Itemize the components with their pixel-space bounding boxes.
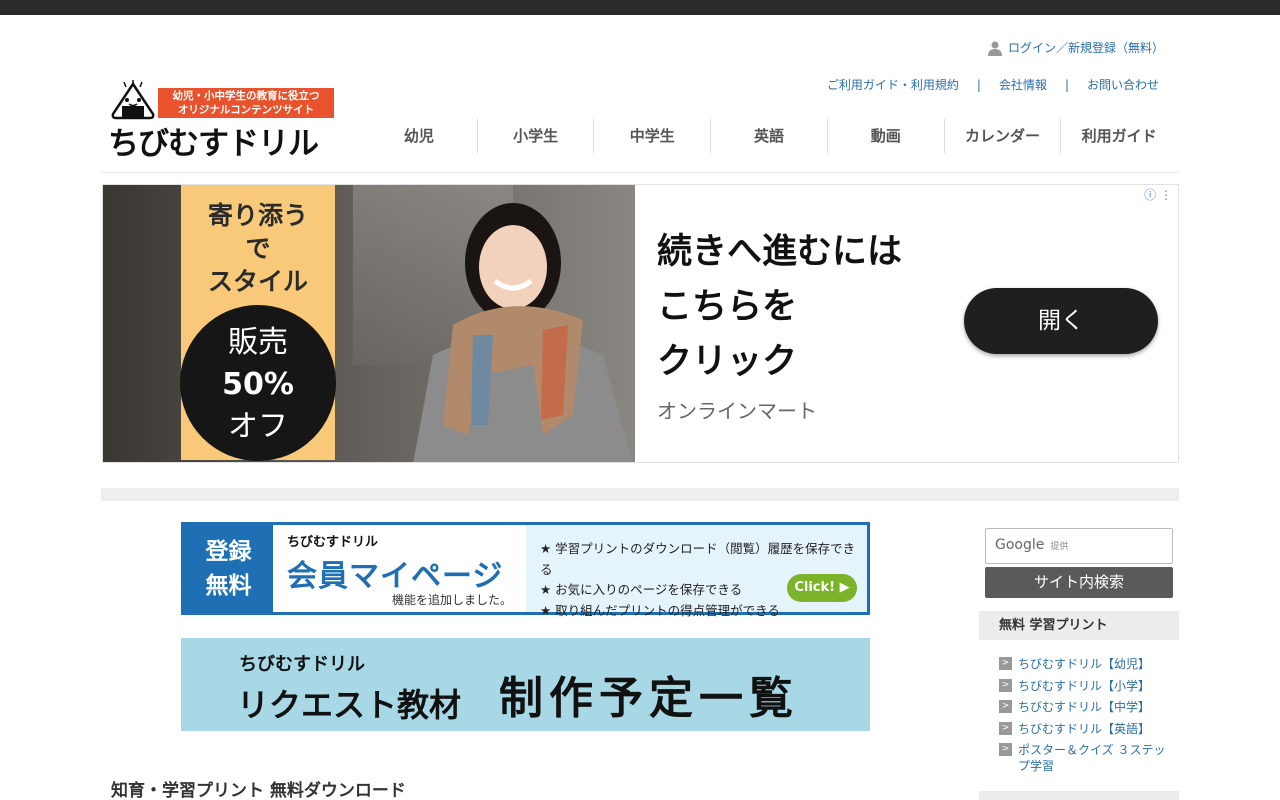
contact-link[interactable]: お問い合わせ: [1087, 76, 1159, 93]
nav-item-elementary[interactable]: 小学生: [476, 119, 594, 153]
advertisement[interactable]: 寄り添う で スタイル 販売 50% オフ 続きへ進むには こちらを クリック …: [102, 184, 1179, 463]
login-link[interactable]: ログイン／新規登録（無料）: [987, 39, 1164, 56]
sidebar-heading: 無料 学習プリント: [979, 611, 1179, 640]
login-label: ログイン／新規登録（無料）: [1007, 41, 1164, 55]
google-label: Google: [995, 537, 1045, 553]
header-divider: [102, 172, 1178, 173]
ad-sign-line: で: [245, 234, 271, 263]
sidebar-list: > ちびむすドリル【幼児】 > ちびむすドリル【小学】 > ちびむすドリル【中学】 >…: [999, 656, 1169, 780]
ad-sign-line: 寄り添う: [207, 201, 308, 230]
sidebar-item-junior-high[interactable]: > ちびむすドリル【中学】: [999, 699, 1169, 715]
nav-item-guide[interactable]: 利用ガイド: [1060, 119, 1177, 153]
feature-item: ★ 取り組んだプリントの得点管理ができる: [540, 602, 780, 618]
sidebar-heading-next: [979, 791, 1179, 800]
nav-item-english[interactable]: 英語: [710, 119, 827, 153]
free-registration-label: 登録 無料: [184, 525, 273, 612]
request-title: リクエスト教材: [237, 686, 462, 724]
site-logo[interactable]: 幼児・小中学生の教育に役立つ オリジナルコンテンツサイト ちびむすドリル: [106, 76, 346, 162]
company-info-link[interactable]: 会社情報: [999, 76, 1047, 93]
top-bar: [0, 0, 1280, 15]
ad-headline: 続きへ進むには こちらを クリック: [657, 232, 903, 382]
separator: |: [976, 77, 981, 92]
nav-item-video[interactable]: 動画: [826, 119, 944, 153]
chevron-right-icon: >: [999, 721, 1012, 735]
sidebar-item-elementary[interactable]: > ちびむすドリル【小学】: [999, 678, 1169, 694]
nav-item-preschool[interactable]: 幼児: [361, 119, 477, 153]
site-search-button[interactable]: サイト内検索: [985, 567, 1173, 598]
ad-brand: オンラインマート: [657, 399, 817, 423]
mypage-subtitle: 機能を追加しました。: [391, 593, 512, 607]
banner-logo: ちびむすドリル: [287, 535, 379, 550]
production-schedule-title: 制作予定一覧: [499, 673, 799, 724]
mypage-title: 会員マイページ: [287, 559, 504, 594]
site-search-input[interactable]: Google 提供: [985, 528, 1173, 564]
sidebar-item-preschool[interactable]: > ちびむすドリル【幼児】: [999, 656, 1169, 672]
provided-label: 提供: [1050, 542, 1069, 552]
guide-terms-link[interactable]: ご利用ガイド・利用規約: [827, 76, 959, 93]
logo-wordmark: ちびむすドリル: [108, 126, 319, 162]
request-materials-banner[interactable]: ちびむすドリル リクエスト教材 制作予定一覧: [181, 638, 870, 731]
chevron-right-icon: >: [999, 700, 1012, 713]
mypage-title-block: ちびむすドリル 会員マイページ 機能を追加しました。: [273, 525, 526, 612]
mypage-features: ★ 学習プリントのダウンロード（閲覧）履歴を保存できる ★ お気に入りのページを…: [526, 525, 867, 618]
ad-open-button[interactable]: 開く: [964, 288, 1158, 354]
click-button[interactable]: Click! ▶: [787, 574, 857, 602]
banner-logo: ちびむすドリル: [239, 654, 365, 675]
section-title: 知育・学習プリント 無料ダウンロード: [111, 781, 406, 800]
ad-sign-line: スタイル: [207, 267, 308, 296]
logo-tagline: 幼児・小中学生の教育に役立つ オリジナルコンテンツサイト: [158, 88, 334, 118]
section-divider: [101, 488, 1179, 501]
onigiri-mascot-icon: [111, 80, 155, 120]
ad-info-icon[interactable]: ⓘ ⋮: [1144, 186, 1172, 203]
chevron-right-icon: >: [999, 657, 1012, 670]
chevron-right-icon: >: [999, 743, 1012, 756]
ad-discount-badge: 販売 50% オフ: [180, 305, 336, 461]
user-icon: [987, 41, 1002, 56]
sidebar-item-english[interactable]: > ちびむすドリル【英語】: [999, 721, 1169, 737]
utility-links: ご利用ガイド・利用規約 | 会社情報 | お問い合わせ: [827, 76, 1159, 93]
global-nav: 幼児 小学生 中学生 英語 動画 カレンダー 利用ガイド: [361, 119, 1177, 153]
ad-model-image: [413, 203, 633, 462]
nav-item-junior-high[interactable]: 中学生: [593, 119, 710, 153]
mypage-banner[interactable]: 登録 無料 ちびむすドリル 会員マイページ 機能を追加しました。 ★ 学習プリン…: [181, 522, 870, 618]
nav-item-calendar[interactable]: カレンダー: [943, 119, 1061, 153]
chevron-right-icon: >: [999, 678, 1012, 692]
ad-photo: 寄り添う で スタイル 販売 50% オフ: [103, 185, 635, 462]
sidebar-item-poster-quiz[interactable]: > ポスター＆クイズ ３ステップ学習: [999, 742, 1169, 774]
separator: |: [1064, 77, 1069, 92]
